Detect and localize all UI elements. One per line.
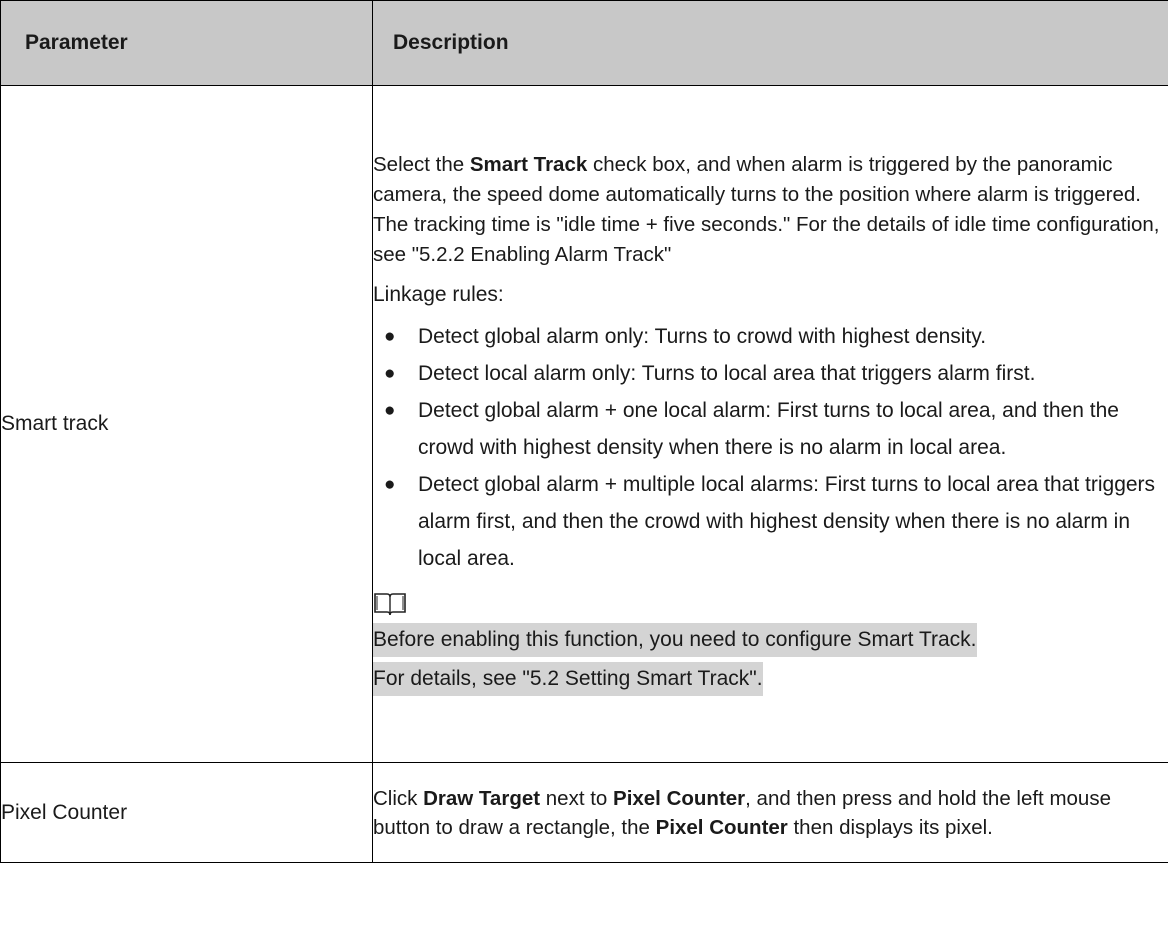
list-item: ● Detect global alarm only: Turns to crow… bbox=[384, 324, 987, 348]
note-text: For details, see "5.2 Setting Smart Trac… bbox=[373, 661, 763, 696]
parameter-table: Parameter Description Smart track Select… bbox=[0, 0, 1168, 863]
linkage-rules-list: ● Detect global alarm only: Turns to crow… bbox=[373, 318, 1168, 577]
list-item: ● Detect local alarm only: Turns to local… bbox=[384, 361, 1036, 385]
table-row: Pixel Counter Click Draw Target next to … bbox=[0, 762, 1168, 863]
book-icon bbox=[373, 591, 1168, 619]
table-header-row: Parameter Description bbox=[0, 0, 1168, 86]
note-box: Before enabling this function, you need … bbox=[373, 621, 1168, 699]
list-item: ● Detect global alarm + multiple local al… bbox=[384, 472, 1156, 570]
parameter-name: Smart track bbox=[0, 85, 373, 763]
description-intro: Select the Smart Track check box, and wh… bbox=[373, 152, 1160, 266]
list-item: ● Detect global alarm + one local alarm: … bbox=[384, 398, 1119, 459]
parameter-name: Pixel Counter bbox=[0, 762, 373, 863]
table-row: Smart track Select the Smart Track check… bbox=[0, 85, 1168, 763]
parameter-column-header: Parameter bbox=[0, 0, 373, 86]
description-column-header: Description bbox=[372, 0, 1168, 86]
parameter-description: Select the Smart Track check box, and wh… bbox=[372, 85, 1168, 763]
parameter-description: Click Draw Target next to Pixel Counter,… bbox=[372, 762, 1168, 863]
note-text: Before enabling this function, you need … bbox=[373, 622, 977, 657]
linkage-heading: Linkage rules: bbox=[373, 282, 504, 306]
